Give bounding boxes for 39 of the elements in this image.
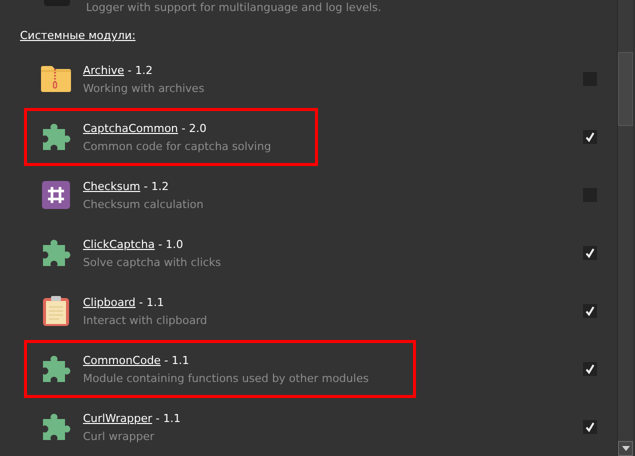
module-version: - 1.2 — [126, 62, 153, 78]
module-description: Solve captcha with clicks — [83, 254, 222, 270]
checkbox[interactable] — [583, 420, 597, 434]
checkbox[interactable] — [583, 246, 597, 260]
module-link[interactable]: Archive — [83, 62, 124, 78]
hash-icon — [40, 179, 72, 211]
module-link[interactable]: ClickCaptcha — [83, 236, 155, 252]
module-description: Curl wrapper — [83, 428, 156, 444]
module-link[interactable]: Checksum — [83, 178, 140, 194]
puzzle-icon — [40, 121, 72, 153]
module-description: Working with archives — [83, 80, 204, 96]
module-description: Checksum calculation — [83, 196, 204, 212]
module-link[interactable]: CommonCode — [83, 352, 161, 368]
module-version: - 1.0 — [157, 236, 184, 252]
down-arrow-icon — [622, 446, 630, 451]
module-link[interactable]: CurlWrapper — [83, 410, 152, 426]
checkbox[interactable] — [583, 362, 597, 376]
puzzle-icon — [40, 237, 72, 269]
checkbox[interactable] — [583, 304, 597, 318]
module-link[interactable]: CaptchaCommon — [83, 120, 178, 136]
puzzle-icon — [40, 353, 72, 385]
scroll-down-button[interactable] — [618, 441, 633, 456]
section-link[interactable]: Системные модули: — [20, 28, 136, 50]
module-version: - 1.1 — [163, 352, 190, 368]
scrollbar-thumb[interactable] — [618, 52, 633, 126]
folder-icon — [40, 63, 72, 95]
module-description: Common code for captcha solving — [83, 138, 272, 154]
module-version: - 1.2 — [142, 178, 169, 194]
module-description: Module containing functions used by other modules — [83, 370, 369, 386]
module-version: - 2.0 — [180, 120, 206, 136]
puzzle-icon — [40, 411, 72, 443]
clipboard-icon — [40, 295, 72, 327]
module-version: - 1.1 — [154, 410, 181, 426]
module-description: Interact with clipboard — [83, 312, 208, 328]
module-description: Logger with support for multilanguage and log levels. — [86, 0, 382, 15]
scrollbar[interactable] — [617, 0, 633, 456]
module-link[interactable]: Clipboard — [83, 294, 136, 310]
module-version: - 1.1 — [138, 294, 164, 310]
checkbox[interactable] — [583, 130, 597, 144]
